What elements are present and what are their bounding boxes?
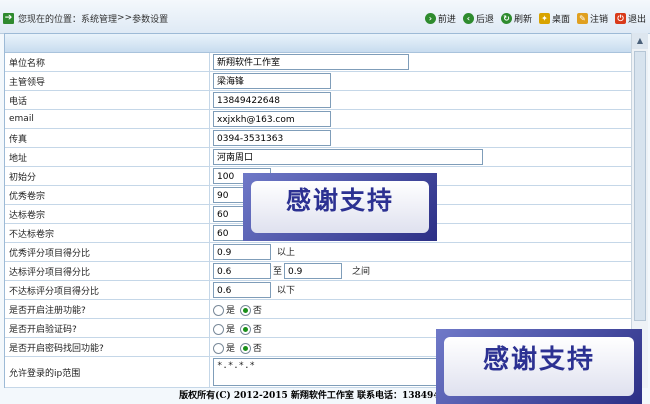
pwd-recover-yes-label: 是 — [226, 343, 236, 354]
watermark-banner: 感谢支持 — [436, 329, 642, 404]
watermark-text: 感谢支持 — [444, 337, 634, 396]
excellent-ratio-label: 优秀评分项目得分比 — [5, 242, 210, 262]
top-bar: ➔ 您现在的位置： 系统管理 >> 参数设置 › 前进 ‹ 后退 ↻ 刷新 ✦ … — [0, 0, 650, 34]
excellent-ratio-input[interactable]: 0.9 — [213, 244, 271, 260]
fail-ratio-label: 不达标评分项目得分比 — [5, 280, 210, 300]
scroll-thumb[interactable] — [634, 51, 646, 321]
refresh-label: 刷新 — [513, 14, 532, 25]
desktop-button[interactable]: ✦ 桌面 — [538, 12, 570, 25]
fax-input[interactable]: 0394-3531363 — [213, 130, 331, 146]
pwd-recover-no-radio[interactable] — [239, 342, 251, 354]
form-row: email xxjxkh@163.com — [5, 109, 632, 129]
pass-ratio-to-input[interactable]: 0.9 — [284, 263, 343, 279]
leader-input[interactable]: 梁海锋 — [213, 73, 331, 89]
email-input[interactable]: xxjxkh@163.com — [213, 111, 331, 127]
back-button[interactable]: ‹ 后退 — [462, 12, 494, 25]
pass-ratio-to-label: 至 — [273, 266, 283, 277]
fail-ratio-input[interactable]: 0.6 — [213, 282, 271, 298]
excellent-file-label: 优秀卷宗 — [5, 185, 210, 205]
refresh-icon: ↻ — [500, 12, 512, 24]
initial-score-label: 初始分 — [5, 166, 210, 186]
email-label: email — [5, 109, 210, 129]
fail-ratio-suffix: 以下 — [277, 285, 296, 296]
panel-header — [5, 34, 632, 53]
breadcrumb-section[interactable]: 系统管理 — [81, 12, 117, 25]
unit-name-label: 单位名称 — [5, 53, 210, 72]
back-label: 后退 — [475, 14, 494, 25]
register-yes-label: 是 — [226, 305, 236, 316]
register-no-radio[interactable] — [239, 304, 251, 316]
arrow-right-icon: ➔ — [3, 12, 14, 24]
form-row: 主管领导 梁海锋 — [5, 71, 632, 91]
logout-label: 注销 — [589, 14, 608, 25]
open-captcha-label: 是否开启验证码? — [5, 318, 210, 338]
form-row: 达标评分项目得分比 0.6 至 0.9 之间 — [5, 261, 632, 281]
logout-icon: ✎ — [576, 12, 588, 24]
back-icon: ‹ — [462, 12, 474, 24]
form-row: 优秀评分项目得分比 0.9 以上 — [5, 242, 632, 262]
breadcrumb-prefix: 您现在的位置： — [18, 14, 82, 25]
form-row: 是否开启注册功能? 是 否 — [5, 299, 632, 319]
captcha-no-radio[interactable] — [239, 323, 251, 335]
scroll-up-icon[interactable]: ▲ — [632, 33, 648, 49]
captcha-no-label: 否 — [252, 324, 262, 335]
watermark-banner: 感谢支持 — [243, 173, 437, 241]
pwd-recover-yes-radio[interactable] — [213, 342, 224, 354]
excellent-ratio-suffix: 以上 — [277, 247, 296, 258]
breadcrumb-separator: >> — [117, 13, 133, 23]
address-label: 地址 — [5, 147, 210, 167]
forward-button[interactable]: › 前进 — [424, 12, 456, 25]
refresh-button[interactable]: ↻ 刷新 — [500, 12, 532, 25]
toolbar: › 前进 ‹ 后退 ↻ 刷新 ✦ 桌面 ✎ 注销 ⏻ 退出 — [418, 10, 646, 26]
desktop-label: 桌面 — [551, 14, 570, 25]
open-register-label: 是否开启注册功能? — [5, 299, 210, 319]
logout-button[interactable]: ✎ 注销 — [576, 12, 608, 25]
fax-label: 传真 — [5, 128, 210, 148]
forward-icon: › — [424, 12, 436, 24]
watermark-text: 感谢支持 — [251, 181, 429, 233]
pwd-recover-no-label: 否 — [252, 343, 262, 354]
forward-label: 前进 — [437, 14, 456, 25]
pass-ratio-suffix: 之间 — [352, 266, 371, 277]
allowed-ip-label: 允许登录的ip范围 — [5, 356, 210, 388]
register-no-label: 否 — [252, 305, 262, 316]
captcha-yes-label: 是 — [226, 324, 236, 335]
breadcrumb: ➔ 您现在的位置： 系统管理 >> 参数设置 — [3, 11, 168, 25]
form-row: 电话 13849422648 — [5, 90, 632, 110]
fail-file-label: 不达标卷宗 — [5, 223, 210, 243]
register-yes-radio[interactable] — [213, 304, 224, 316]
leader-label: 主管领导 — [5, 71, 210, 91]
pass-ratio-from-input[interactable]: 0.6 — [213, 263, 271, 279]
form-row: 传真 0394-3531363 — [5, 128, 632, 148]
exit-label: 退出 — [627, 14, 646, 25]
form-row: 地址 河南周口 — [5, 147, 632, 167]
form-row: 不达标评分项目得分比 0.6 以下 — [5, 280, 632, 300]
exit-button[interactable]: ⏻ 退出 — [614, 12, 646, 25]
desktop-icon: ✦ — [538, 12, 550, 24]
captcha-yes-radio[interactable] — [213, 323, 224, 335]
phone-label: 电话 — [5, 90, 210, 110]
unit-name-input[interactable]: 新翔软件工作室 — [213, 54, 409, 70]
address-input[interactable]: 河南周口 — [213, 149, 483, 165]
phone-input[interactable]: 13849422648 — [213, 92, 331, 108]
exit-icon: ⏻ — [614, 12, 626, 24]
pass-ratio-label: 达标评分项目得分比 — [5, 261, 210, 281]
breadcrumb-page: 参数设置 — [132, 14, 169, 25]
open-pwd-recover-label: 是否开启密码找回功能? — [5, 337, 210, 357]
form-row: 单位名称 新翔软件工作室 — [5, 53, 632, 72]
pass-file-label: 达标卷宗 — [5, 204, 210, 224]
